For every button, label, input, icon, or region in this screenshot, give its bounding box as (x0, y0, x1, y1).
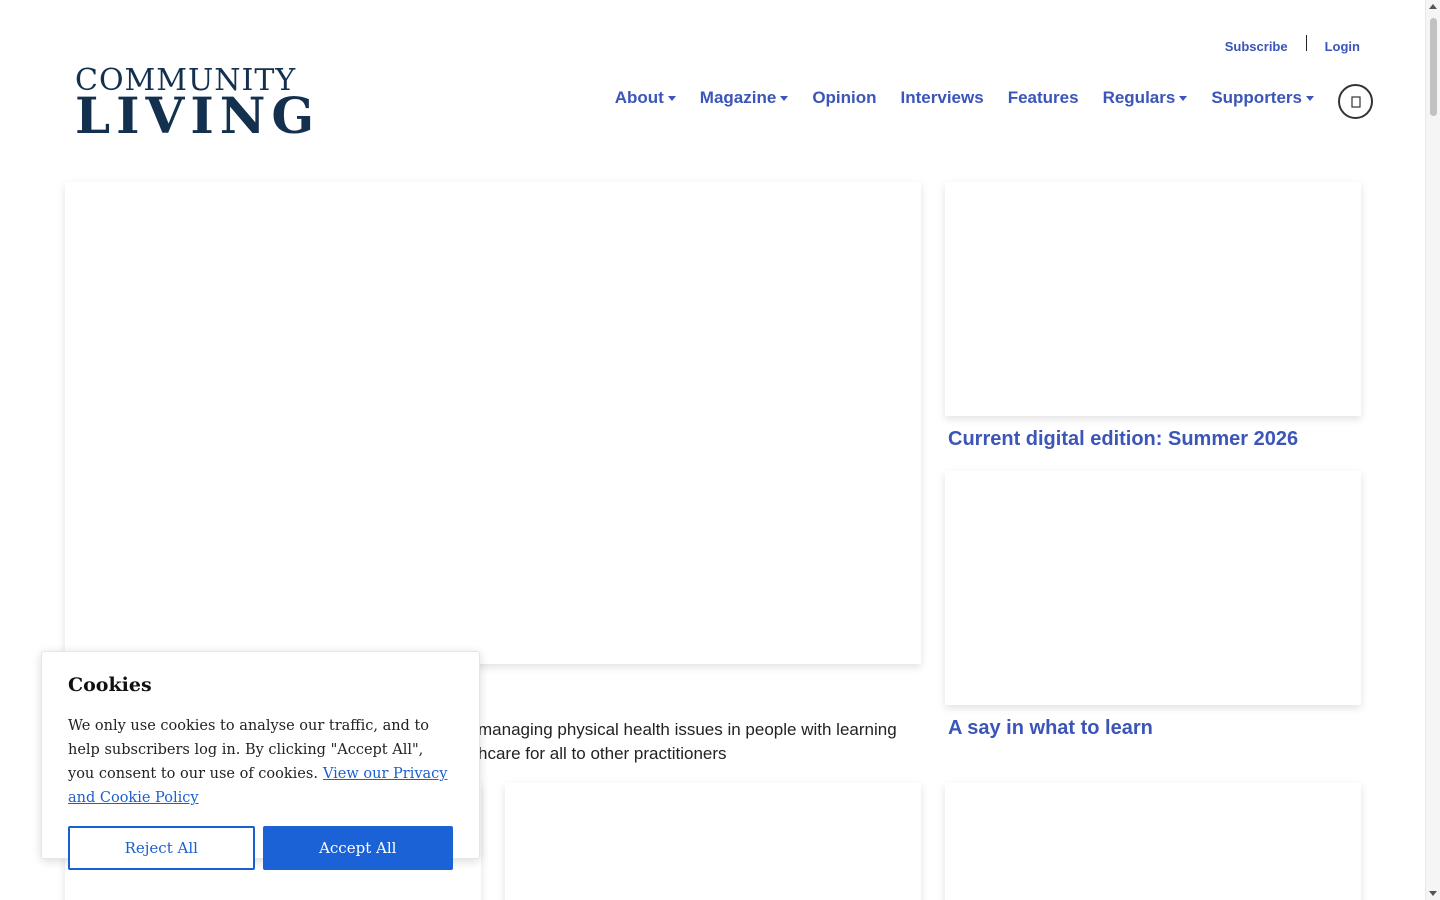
site-logo[interactable]: COMMUNITY LIVING (75, 66, 321, 145)
cookie-banner: Cookies We only use cookies to analyse o… (41, 651, 480, 870)
nav-features-label: Features (1007, 88, 1079, 107)
chevron-down-icon (1179, 95, 1188, 101)
login-link[interactable]: Login (1325, 39, 1360, 54)
nav-regulars[interactable]: Regulars (1103, 88, 1188, 108)
nav-features[interactable]: Features (1008, 88, 1079, 108)
subscribe-link[interactable]: Subscribe (1225, 39, 1288, 54)
nav-supporters-label: Supporters (1211, 88, 1302, 107)
cookie-message: We only use cookies to analyse our traff… (68, 714, 453, 810)
article-card-2[interactable] (505, 783, 921, 900)
nav-opinion-label: Opinion (812, 88, 877, 107)
chevron-down-icon (667, 95, 676, 101)
reject-all-button[interactable]: Reject All (68, 826, 255, 870)
search-icon (1350, 95, 1361, 108)
utility-links: Subscribe Login (1225, 35, 1360, 54)
digital-edition-image[interactable] (945, 182, 1361, 416)
nav-opinion[interactable]: Opinion (812, 88, 876, 108)
featured-article-excerpt: managing physical health issues in peopl… (478, 720, 897, 763)
nav-supporters[interactable]: Supporters (1211, 88, 1314, 108)
article-card-3[interactable] (945, 783, 1361, 900)
nav-interviews-label: Interviews (900, 88, 984, 107)
chevron-down-icon (780, 95, 789, 101)
accept-all-button[interactable]: Accept All (262, 826, 453, 870)
nav-magazine[interactable]: Magazine (700, 88, 789, 108)
nav-interviews[interactable]: Interviews (901, 88, 984, 108)
utility-divider (1305, 35, 1307, 51)
chevron-down-icon (1306, 95, 1314, 101)
nav-about[interactable]: About (615, 88, 676, 108)
search-button[interactable] (1338, 84, 1373, 119)
logo-line-2: LIVING (75, 86, 321, 145)
featured-article-image[interactable] (65, 182, 921, 664)
scroll-thumb[interactable] (1430, 18, 1437, 116)
scroll-up-arrow-icon[interactable] (1429, 4, 1437, 9)
main-nav: About Magazine Opinion Interviews Featur… (591, 88, 1314, 108)
nav-magazine-label: Magazine (699, 88, 777, 107)
digital-edition-title[interactable]: Current digital edition: Summer 2026 (948, 428, 1298, 451)
nav-about-label: About (614, 88, 664, 107)
scroll-down-arrow-icon[interactable] (1429, 891, 1437, 896)
nav-regulars-label: Regulars (1102, 88, 1176, 107)
article-image-say-in-learning[interactable] (945, 471, 1361, 705)
page-scrollbar[interactable] (1425, 0, 1440, 900)
article-title-say-in-learning[interactable]: A say in what to learn (948, 717, 1153, 740)
cookie-buttons: Reject All Accept All (68, 826, 453, 870)
cookie-title: Cookies (68, 674, 152, 696)
